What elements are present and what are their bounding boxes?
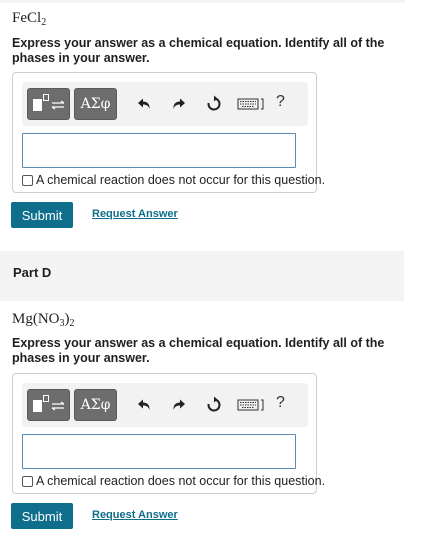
top-divider-strip	[0, 0, 405, 3]
compound-formula-fecl2: FeCl2	[12, 10, 47, 28]
formula-subscript: 2	[41, 17, 47, 28]
undo-icon[interactable]	[132, 393, 156, 417]
no-reaction-checkbox[interactable]	[22, 475, 33, 487]
instructions-text: Express your answer as a chemical equati…	[12, 336, 385, 365]
help-icon[interactable]: ?	[276, 394, 285, 412]
greek-symbols-button[interactable]: ΑΣφ	[74, 389, 117, 421]
no-reaction-checkbox[interactable]	[22, 174, 33, 186]
templates-icon	[32, 395, 64, 412]
no-reaction-option: A chemical reaction does not occur for t…	[22, 173, 325, 187]
formula-main: FeCl	[12, 10, 42, 26]
reset-icon[interactable]	[202, 393, 226, 417]
request-answer-link[interactable]: Request Answer	[92, 208, 178, 220]
keyboard-icon[interactable]	[237, 92, 265, 116]
part-d-title: Part D	[13, 265, 52, 280]
no-reaction-label: A chemical reaction does not occur for t…	[36, 173, 326, 187]
request-answer-link[interactable]: Request Answer	[92, 509, 178, 521]
reset-icon[interactable]	[202, 92, 226, 116]
compound-formula-mgno32: Mg(NO3)2	[12, 311, 75, 329]
redo-icon[interactable]	[167, 92, 191, 116]
instructions-text: Express your answer as a chemical equati…	[12, 36, 385, 65]
no-reaction-label: A chemical reaction does not occur for t…	[36, 474, 326, 488]
equation-toolbar: ΑΣφ ?	[22, 383, 308, 427]
submit-button[interactable]: Submit	[11, 202, 73, 228]
templates-button[interactable]	[27, 88, 70, 120]
formula-subscript-2: 2	[69, 318, 75, 329]
keyboard-icon[interactable]	[237, 393, 265, 417]
answer-input[interactable]	[22, 434, 296, 469]
answer-panel-part-c: ΑΣφ ? A chemical reaction does not occur…	[12, 72, 325, 193]
undo-icon[interactable]	[132, 92, 156, 116]
part-d-header-bar: Part D	[0, 251, 404, 301]
answer-input[interactable]	[22, 133, 296, 168]
greek-symbols-button[interactable]: ΑΣφ	[74, 88, 117, 120]
no-reaction-option: A chemical reaction does not occur for t…	[22, 474, 325, 488]
submit-button[interactable]: Submit	[11, 503, 73, 529]
formula-main: Mg(NO	[12, 311, 60, 327]
templates-button[interactable]	[27, 389, 70, 421]
answer-panel-part-d: ΑΣφ ? A chemical reaction does not occur…	[12, 373, 325, 494]
redo-icon[interactable]	[167, 393, 191, 417]
help-icon[interactable]: ?	[276, 93, 285, 111]
equation-toolbar: ΑΣφ ?	[22, 82, 308, 126]
templates-icon	[32, 94, 64, 111]
